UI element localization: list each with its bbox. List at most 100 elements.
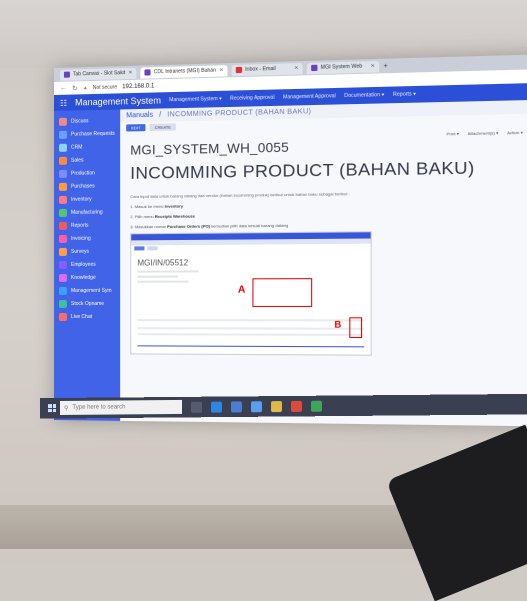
reload-icon[interactable]: ↻	[72, 84, 78, 92]
sidebar-item-label: Sales	[70, 156, 84, 164]
module-icon	[58, 169, 67, 178]
document-id: MGI_SYSTEM_WH_0055	[130, 139, 289, 158]
sidebar-item[interactable]: Employees	[54, 258, 120, 271]
sidebar-item[interactable]: Surveys	[54, 245, 120, 258]
tab-favicon-icon	[63, 71, 70, 78]
menu-item-management-system[interactable]: Management System ▾	[169, 96, 222, 103]
back-icon[interactable]: ←	[60, 85, 67, 92]
projected-screen: Tab Canvas - Slot Sakit ✕ CDL Intranets (…	[54, 54, 527, 427]
sidebar-item[interactable]: Live Chat	[54, 310, 120, 323]
module-icon	[58, 234, 67, 243]
sidebar-item[interactable]: Purchases	[54, 179, 120, 193]
menu-item-documentation[interactable]: Documentation ▾	[344, 92, 384, 99]
app-icon[interactable]	[251, 400, 262, 412]
module-icon	[58, 260, 67, 269]
close-icon[interactable]: ✕	[370, 63, 374, 69]
photo-scene: Tab Canvas - Slot Sakit ✕ CDL Intranets (…	[0, 0, 527, 601]
windows-taskbar: ⚲ Type here to search	[40, 393, 527, 419]
sidebar-item[interactable]: Knowledge	[54, 271, 120, 284]
module-icon	[58, 273, 67, 282]
excel-icon[interactable]	[311, 400, 322, 412]
print-menu[interactable]: Print ▾	[447, 131, 459, 136]
close-icon[interactable]: ✕	[219, 67, 223, 73]
sidebar-item-label: Knowledge	[70, 274, 96, 281]
sidebar-item-label: CRM	[70, 143, 83, 151]
task-view-icon[interactable]	[191, 401, 202, 413]
action-menu[interactable]: Action ▾	[507, 130, 523, 136]
embedded-doc-id: MGI/IN/05512	[137, 258, 189, 268]
module-icon	[58, 117, 67, 126]
sidebar-item-label: Employees	[70, 261, 96, 268]
module-icon	[58, 182, 67, 191]
embedded-table-header	[137, 319, 365, 322]
app-icon[interactable]	[291, 400, 302, 412]
app-icon[interactable]	[231, 400, 242, 412]
sidebar-item-label: Purchase Requests	[70, 130, 115, 138]
step-2: 2. Pilih menu Receipts Warehouse	[130, 213, 195, 220]
tab-favicon-icon	[235, 66, 243, 74]
sidebar-item-label: Discuss	[70, 117, 89, 125]
sidebar-item[interactable]: Purchase Requests	[54, 127, 120, 141]
breadcrumb-root[interactable]: Manuals	[126, 112, 153, 120]
sidebar-item-label: Management Sym	[70, 287, 112, 294]
sidebar-item[interactable]: Stock Opname	[54, 297, 120, 310]
browser-tab-1[interactable]: Tab Canvas - Slot Sakit ✕	[59, 67, 137, 81]
menu-item-receiving-approval[interactable]: Receiving Approval	[230, 95, 275, 102]
new-tab-icon[interactable]: +	[384, 62, 388, 69]
tab-favicon-icon	[144, 69, 151, 76]
tab-label: CDL Intranets (MGI) Bahan	[153, 67, 216, 76]
sidebar-item-label: Reports	[70, 222, 89, 229]
breadcrumb-current: INCOMMING PRODUCT (BAHAN BAKU)	[167, 108, 312, 119]
embedded-field-line	[137, 280, 189, 283]
sidebar-item[interactable]: Invoicing	[54, 231, 120, 245]
windows-start-icon[interactable]	[48, 404, 56, 413]
highlight-box-b	[349, 317, 363, 339]
menu-item-reports[interactable]: Reports ▾	[393, 91, 416, 98]
edge-icon[interactable]	[211, 401, 222, 413]
document-title: INCOMMING PRODUCT (BAHAN BAKU)	[130, 157, 475, 183]
embedded-field-line	[137, 275, 179, 278]
sidebar-item-label: Live Chat	[70, 313, 93, 320]
module-icon	[58, 286, 67, 295]
sidebar-item-label: Surveys	[70, 248, 90, 255]
sidebar-item[interactable]: Management Sym	[54, 284, 120, 297]
sidebar-item[interactable]: Reports	[54, 218, 120, 232]
tab-label: Tab Canvas - Slot Sakit	[72, 70, 126, 78]
highlight-box-a	[252, 278, 313, 307]
sidebar-item-label: Inventory	[70, 196, 92, 203]
menu-item-management-approval[interactable]: Management Approval	[283, 93, 336, 100]
close-icon[interactable]: ✕	[128, 70, 132, 76]
create-button[interactable]: CREATE	[149, 122, 177, 131]
browser-tab-4[interactable]: MGI System Web ✕	[306, 60, 380, 74]
sidebar-item[interactable]: CRM	[54, 140, 120, 154]
embedded-footer-line	[137, 345, 365, 348]
module-icon	[58, 247, 67, 256]
sidebar-item[interactable]: Inventory	[54, 192, 120, 206]
sidebar-item[interactable]: Production	[54, 166, 120, 180]
browser-tab-2[interactable]: CDL Intranets (MGI) Bahan ✕	[140, 64, 228, 79]
module-icon	[58, 195, 67, 204]
close-icon[interactable]: ✕	[294, 65, 298, 71]
attachments-menu[interactable]: Attachment(s) ▾	[468, 130, 499, 136]
embedded-screenshot: MGI/IN/05512 A B	[130, 231, 372, 356]
sidebar-item-label: Invoicing	[70, 235, 91, 242]
taskbar-search-input[interactable]: ⚲ Type here to search	[60, 399, 182, 415]
sidebar-item[interactable]: Sales	[54, 153, 120, 167]
sidebar-item[interactable]: Manufacturing	[54, 205, 120, 219]
browser-tab-3[interactable]: Inbox - Email ✕	[231, 62, 303, 76]
edit-button[interactable]: EDIT	[126, 123, 146, 132]
module-icon	[58, 312, 67, 321]
document-intro: Cara input data untuk barang datang dari…	[130, 191, 350, 200]
file-explorer-icon[interactable]	[271, 400, 282, 412]
module-icon	[58, 143, 67, 152]
tab-favicon-icon	[311, 64, 318, 72]
marker-b: B	[334, 319, 342, 330]
app-brand: Management System	[75, 95, 161, 108]
sidebar: Discuss Purchase Requests CRM Sales Producti…	[54, 109, 121, 421]
apps-grid-icon[interactable]: ☷	[60, 98, 67, 107]
embedded-field-line	[137, 270, 199, 273]
search-icon: ⚲	[64, 405, 69, 412]
manual-document: MGI_SYSTEM_WH_0055 INCOMMING PRODUCT (BA…	[120, 124, 527, 357]
url-field[interactable]: 192.168.0.1	[122, 83, 154, 90]
sidebar-item-label: Stock Opname	[70, 300, 105, 307]
